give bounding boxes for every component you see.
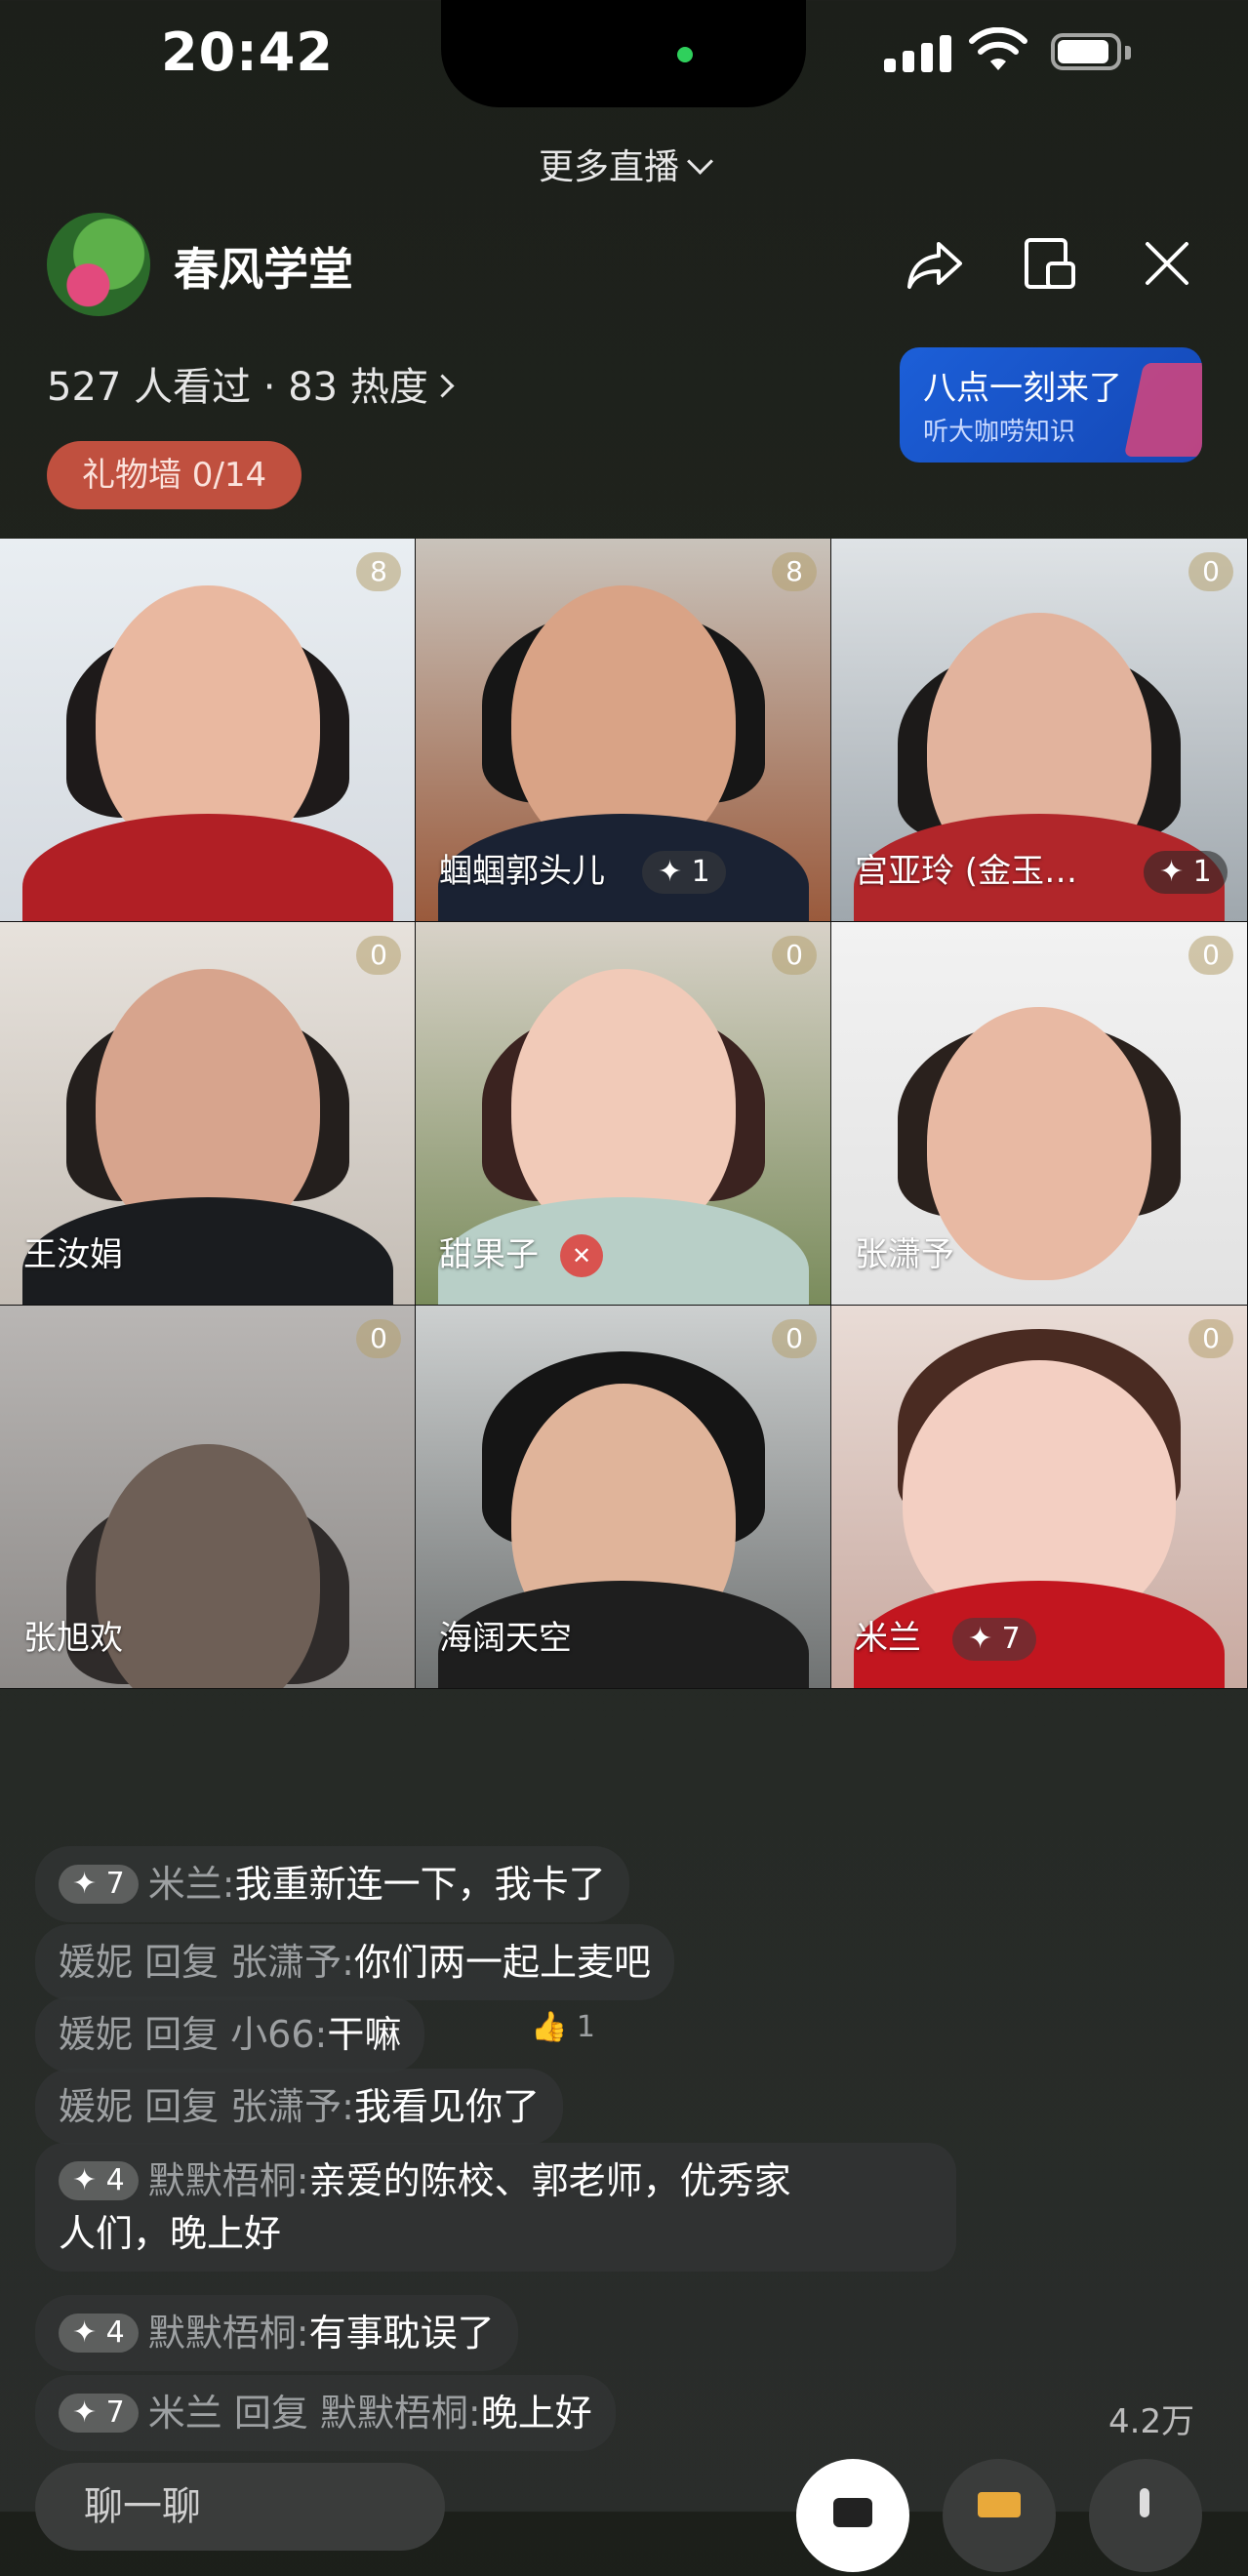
chat-text-continued: 人们，晚上好 [59,2212,282,2255]
chat-text: 你们两一起上麦吧 [353,1941,651,1984]
streamer-name[interactable]: 春风学堂 [174,234,353,299]
chat-sender: 默默梧桐: [147,2312,309,2355]
chat-sender: 默默梧桐: [147,2159,309,2202]
tile-badge: 0 [356,1319,401,1358]
participant-name: 米兰 [855,1619,921,1658]
chevron-right-icon [430,374,455,398]
participant-name: 甜果子 [439,1235,539,1274]
gift-icon [978,2492,1021,2517]
video-tile[interactable]: 8 蝈蝈郭头儿 ✦ 1 [416,539,831,922]
viewer-stats[interactable]: 527 人看过 · 83 热度 [47,355,455,412]
video-tile[interactable]: 0 王汝娟 [0,922,416,1306]
camera-indicator-icon [677,47,693,62]
more-live-label: 更多直播 [538,147,679,187]
promo-subtitle: 听大咖唠知识 [923,418,1076,447]
like-button[interactable] [1089,2459,1202,2572]
close-icon[interactable] [1136,232,1198,295]
chat-message[interactable]: ✦ 4 默默梧桐:亲爱的陈校、郭老师，优秀家 人们，晚上好 [35,2143,956,2272]
gift-button[interactable] [943,2459,1056,2572]
chat-message[interactable]: 媛妮 回复 张潇予:你们两一起上麦吧 [35,1924,674,2000]
video-tile[interactable]: 0 甜果子 ✕ [416,922,831,1306]
call-button[interactable] [796,2459,909,2572]
message-like[interactable]: 👍 1 [531,2010,595,2044]
level-badge: ✦ 1 [1144,851,1228,894]
chat-sender: 媛妮 回复 张潇予: [59,1941,354,1984]
share-icon[interactable] [904,232,966,295]
participant-name: 王汝娟 [23,1235,123,1274]
promo-title: 八点一刻来了 [923,369,1122,408]
viewer-stats-text: 527 人看过 · 83 热度 [47,365,428,410]
participant-name: 宫亚玲 (金玉… [855,852,1078,891]
wifi-icon [969,27,1027,70]
tile-badge: 0 [772,1319,817,1358]
tile-badge: 0 [1188,552,1233,591]
streamer-avatar[interactable] [47,213,150,316]
tile-badge: 0 [356,936,401,975]
chat-sender: 米兰 回复 默默梧桐: [147,2392,481,2435]
chat-text: 有事耽误了 [308,2312,495,2355]
video-tile[interactable]: 0 张潇予 [831,922,1248,1306]
level-badge: ✦ 7 [952,1618,1036,1661]
participant-name: 海阔天空 [439,1619,572,1658]
chat-sender: 媛妮 回复 小66: [59,2013,328,2056]
participant-name: 蝈蝈郭头儿 [439,852,605,891]
chat-text: 亲爱的陈校、郭老师，优秀家 [308,2159,791,2202]
thumbs-up-icon: 👍 [531,2010,568,2044]
level-badge: ✦ 1 [642,851,726,894]
video-tile[interactable]: 0 海阔天空 [416,1306,831,1689]
chat-sender: 米兰: [147,1863,235,1906]
video-tile[interactable]: 0 宫亚玲 (金玉… ✦ 1 [831,539,1248,922]
like-count: 1 [576,2010,595,2044]
chat-message[interactable]: 媛妮 回复 张潇予:我看见你了 [35,2069,563,2145]
participant-name: 张旭欢 [23,1619,123,1658]
tile-badge: 0 [1188,1319,1233,1358]
tile-badge: 0 [1188,936,1233,975]
level-badge: ✦ 7 [59,2394,139,2433]
chat-message[interactable]: 媛妮 回复 小66:干嘛 [35,1996,425,2073]
dynamic-island [441,0,806,107]
chat-text: 我看见你了 [353,2085,540,2128]
chat-input[interactable]: 聊一聊 [35,2463,445,2551]
more-live-button[interactable]: 更多直播 [0,139,1248,189]
level-badge: ✦ 4 [59,2161,139,2200]
thumbs-up-icon [1140,2488,1149,2517]
chevron-down-icon [687,148,713,175]
chat-text: 干嘛 [327,2013,402,2056]
battery-icon [1051,33,1133,72]
chat-message[interactable]: ✦ 7 米兰:我重新连一下，我卡了 [35,1846,629,1922]
level-badge: ✦ 4 [59,2314,139,2353]
phone-icon [833,2498,872,2527]
chat-message[interactable]: ✦ 4 默默梧桐:有事耽误了 [35,2295,518,2371]
level-badge: ✦ 7 [59,1865,139,1904]
tile-badge: 0 [772,936,817,975]
tile-badge: 8 [772,552,817,591]
chat-text: 晚上好 [480,2392,592,2435]
gift-wall-button[interactable]: 礼物墙 0/14 [47,441,302,509]
tile-badge: 8 [356,552,401,591]
status-time: 20:42 [161,21,334,83]
promo-banner[interactable]: 八点一刻来了 听大咖唠知识 [900,347,1202,463]
signal-icon [884,33,952,72]
video-tile[interactable]: 0 米兰 ✦ 7 [831,1306,1248,1689]
chat-sender: 媛妮 回复 张潇予: [59,2085,354,2128]
mic-muted-icon: ✕ [560,1234,603,1277]
video-tile[interactable]: 8 [0,539,416,922]
like-total: 4.2万 [1108,2402,1195,2441]
chat-message[interactable]: ✦ 7 米兰 回复 默默梧桐:晚上好 [35,2375,616,2451]
video-grid: 8 8 蝈蝈郭头儿 ✦ 1 0 宫亚玲 (金玉… ✦ 1 0 王汝娟 0 甜果子… [0,539,1248,1689]
minimize-window-icon[interactable] [1019,232,1081,295]
chat-text: 我重新连一下，我卡了 [234,1863,606,1906]
promo-graphic [1123,363,1202,457]
video-tile[interactable]: 0 张旭欢 [0,1306,416,1689]
participant-name: 张潇予 [855,1235,954,1274]
